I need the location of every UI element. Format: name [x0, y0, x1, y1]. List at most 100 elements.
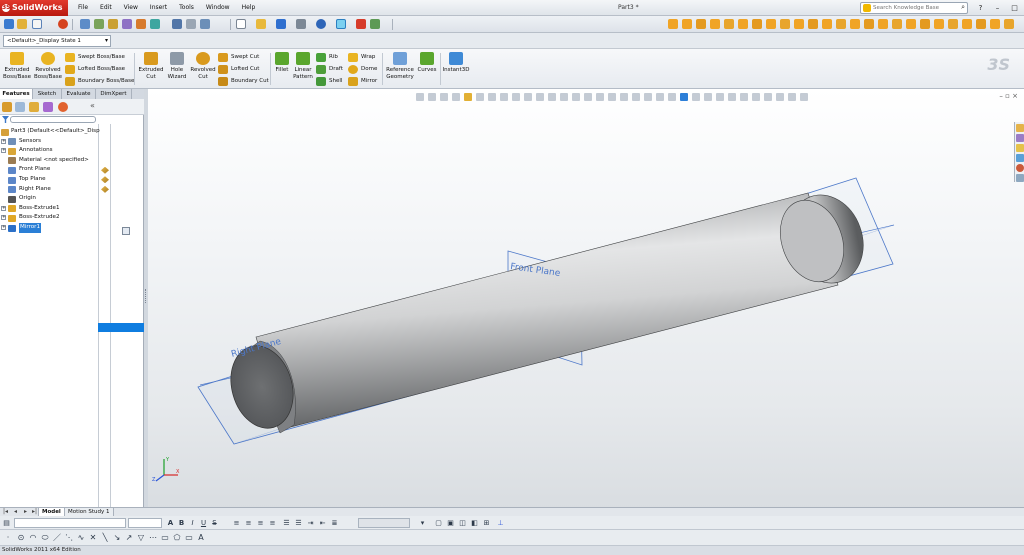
smart-dimension-icon[interactable]: [94, 19, 104, 29]
open-file-icon[interactable]: [256, 19, 266, 29]
point-icon[interactable]: ✕: [88, 533, 98, 543]
underline-icon[interactable]: U: [199, 518, 208, 528]
appearance-icon[interactable]: [906, 19, 916, 29]
menu-window[interactable]: Window: [200, 0, 236, 16]
instant3d-button[interactable]: Instant3D: [442, 52, 470, 74]
revolved-cut-button[interactable]: Revolved Cut: [189, 52, 217, 80]
tab-evaluate[interactable]: Evaluate: [62, 89, 96, 99]
justify-icon[interactable]: ≡: [268, 518, 277, 528]
filter-input[interactable]: [10, 116, 96, 123]
text-icon[interactable]: A: [196, 533, 206, 543]
outdent-icon[interactable]: ⇤: [318, 518, 327, 528]
tree-item[interactable]: + Annotations: [0, 146, 144, 156]
curves-button[interactable]: Curves: [416, 52, 438, 74]
configuration-dropdown[interactable]: <Default>_Display State 1 ▾: [3, 35, 111, 47]
search-icon[interactable]: ⌕: [961, 3, 965, 12]
new-doc-icon[interactable]: [4, 19, 14, 29]
tab-last-icon[interactable]: ▸|: [32, 508, 37, 516]
solidworks-logo[interactable]: 3S SolidWorks: [0, 0, 68, 16]
lights-icon[interactable]: [948, 19, 958, 29]
line-icon[interactable]: ／: [52, 533, 62, 543]
sum-icon[interactable]: [172, 19, 182, 29]
view-right-icon[interactable]: [724, 19, 734, 29]
display-mode-icon[interactable]: [878, 19, 888, 29]
perspective-icon[interactable]: [1004, 19, 1014, 29]
rectangle-icon[interactable]: ▭: [160, 533, 170, 543]
swept-cut-button[interactable]: Swept Cut: [218, 52, 259, 63]
lofted-cut-button[interactable]: Lofted Cut: [218, 64, 259, 75]
fillet-button[interactable]: Fillet: [272, 52, 292, 74]
style-dropdown[interactable]: [358, 518, 410, 528]
new-file-icon[interactable]: [236, 19, 246, 29]
realview-icon[interactable]: [962, 19, 972, 29]
lofted-boss-button[interactable]: Lofted Boss/Base: [65, 64, 125, 75]
extruded-boss-button[interactable]: Extruded Boss/Base: [2, 52, 32, 80]
italic-icon[interactable]: I: [188, 518, 197, 528]
select-tool-icon[interactable]: [336, 19, 346, 29]
tree-item[interactable]: Origin: [0, 194, 144, 204]
wrap-button[interactable]: Wrap: [348, 52, 375, 63]
tree-item[interactable]: + Boss-Extrude1: [0, 204, 144, 214]
shell-button[interactable]: Shell: [316, 76, 342, 87]
menu-file[interactable]: File: [72, 0, 94, 16]
camera-icon[interactable]: [934, 19, 944, 29]
maximize-button[interactable]: □: [1006, 0, 1023, 16]
dimxpert-manager-icon[interactable]: [43, 102, 53, 112]
menu-view[interactable]: View: [118, 0, 144, 16]
save-icon[interactable]: [276, 19, 286, 29]
shaft-body[interactable]: [255, 192, 839, 430]
numbered-list-icon[interactable]: ☰: [294, 518, 303, 528]
indent-icon[interactable]: ⇥: [306, 518, 315, 528]
expand-toggle-icon[interactable]: +: [1, 205, 6, 211]
boundary-boss-button[interactable]: Boundary Boss/Base: [65, 76, 134, 87]
options-icon[interactable]: [370, 19, 380, 29]
rib-button[interactable]: Rib: [316, 52, 338, 63]
tab-dimxpert[interactable]: DimXpert: [96, 89, 132, 99]
expand-toggle-icon[interactable]: +: [1, 215, 6, 221]
tree-item[interactable]: Right Plane: [0, 185, 144, 195]
sketch-tool-icon[interactable]: [80, 19, 90, 29]
font-size-dropdown[interactable]: [128, 518, 162, 528]
arc-icon[interactable]: ◠: [28, 533, 38, 543]
shadows-icon[interactable]: [976, 19, 986, 29]
expand-toggle-icon[interactable]: +: [1, 148, 6, 154]
view-left-icon[interactable]: [710, 19, 720, 29]
rebuild-icon[interactable]: [58, 19, 68, 29]
expand-toggle-icon[interactable]: +: [1, 225, 6, 230]
balloon-icon[interactable]: ◧: [470, 518, 479, 528]
dome-button[interactable]: Dome: [348, 64, 377, 75]
align-right-icon[interactable]: ≡: [256, 518, 265, 528]
format-painter-icon[interactable]: ▢: [434, 518, 443, 528]
features-tool-icon[interactable]: [136, 19, 146, 29]
format-toggle-icon[interactable]: ▤: [2, 518, 11, 528]
expand-toggle-icon[interactable]: +: [1, 138, 6, 144]
link-views-icon[interactable]: [864, 19, 874, 29]
swept-boss-button[interactable]: Swept Boss/Base: [65, 52, 125, 63]
traffic-light-icon[interactable]: [356, 19, 366, 29]
tree-item[interactable]: Material <not specified>: [0, 156, 144, 166]
menu-help[interactable]: Help: [236, 0, 262, 16]
tree-item[interactable]: Front Plane: [0, 165, 144, 175]
view-back-icon[interactable]: [696, 19, 706, 29]
property-manager-icon[interactable]: [15, 102, 25, 112]
strikethrough-icon[interactable]: S: [210, 518, 219, 528]
spline-icon[interactable]: ∿: [76, 533, 86, 543]
hole-wizard-button[interactable]: Hole Wizard: [165, 52, 189, 80]
sketch-icon[interactable]: [122, 19, 132, 29]
lines-icon[interactable]: [150, 19, 160, 29]
bold-button-icon[interactable]: B: [177, 518, 186, 528]
feature-tree-icon[interactable]: [2, 102, 12, 112]
view-normal-icon[interactable]: [808, 19, 818, 29]
ellipse-icon[interactable]: ⬭: [40, 533, 50, 543]
display-manager-icon[interactable]: [58, 102, 68, 112]
linear-pattern-button[interactable]: Linear Pattern: [291, 52, 315, 80]
tab-sketch[interactable]: Sketch: [33, 89, 62, 99]
annotation-link-icon[interactable]: ⊥: [496, 518, 505, 528]
menu-edit[interactable]: Edit: [94, 0, 118, 16]
graphics-area[interactable]: – ▫ × Front Plane Right Plane Y X Z: [148, 89, 1024, 509]
print-icon[interactable]: [296, 19, 306, 29]
tree-item[interactable]: Part3 (Default<<Default>_Disp: [0, 127, 144, 137]
undo-icon[interactable]: [316, 19, 326, 29]
tree-item[interactable]: + Sensors: [0, 137, 144, 147]
section-view-icon[interactable]: [892, 19, 902, 29]
